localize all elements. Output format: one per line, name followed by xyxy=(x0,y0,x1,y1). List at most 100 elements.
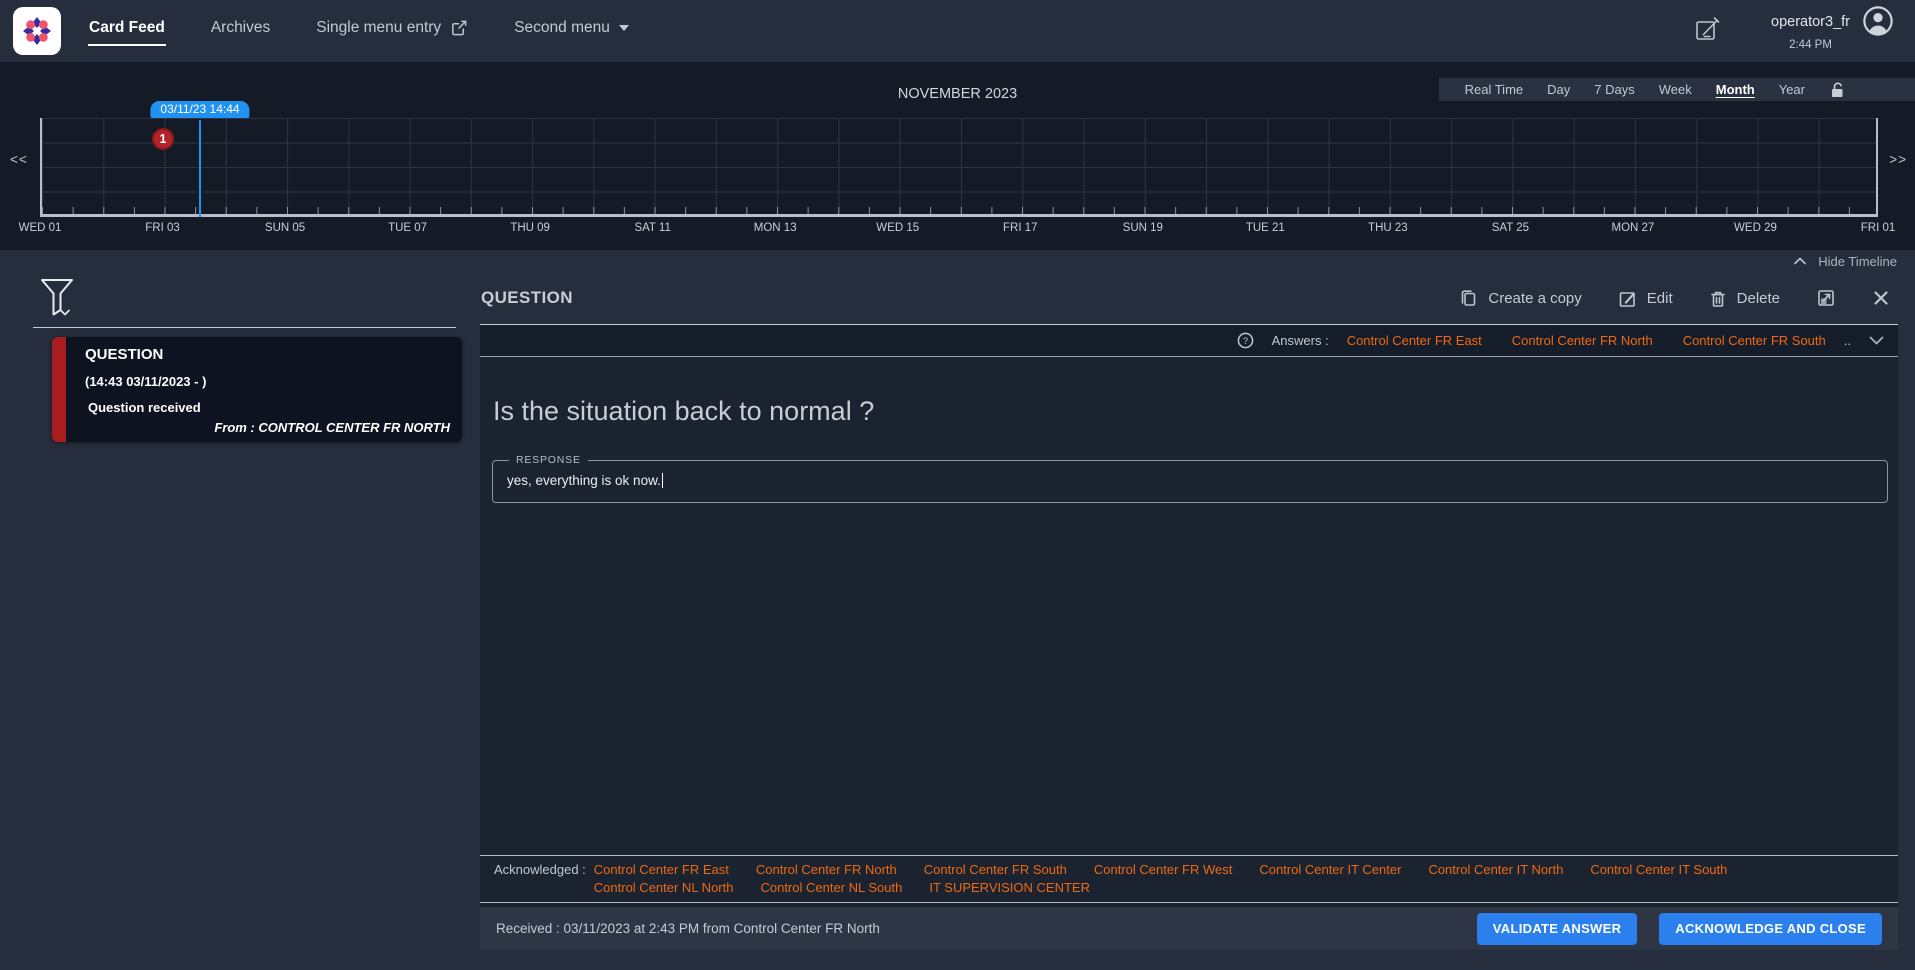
acknowledged-link[interactable]: IT SUPERVISION CENTER xyxy=(929,880,1090,895)
detail-footer: Received : 03/11/2023 at 2:43 PM from Co… xyxy=(480,907,1898,950)
edit-icon xyxy=(1618,289,1637,308)
nav-label: Card Feed xyxy=(89,19,165,37)
trash-icon xyxy=(1709,289,1727,308)
acknowledged-link[interactable]: Control Center FR South xyxy=(924,862,1067,877)
detail-header: QUESTION Create a copy Edit xyxy=(480,272,1898,325)
acknowledged-link[interactable]: Control Center FR West xyxy=(1094,862,1232,877)
card-feed-sidebar: QUESTION (14:43 03/11/2023 - ) Question … xyxy=(0,272,470,970)
hide-timeline-row: Hide Timeline xyxy=(0,250,1915,272)
timeline-plot xyxy=(40,118,1878,217)
edit-label: Edit xyxy=(1647,290,1673,307)
nav-second-menu[interactable]: Second menu xyxy=(513,17,630,46)
range-option[interactable]: Day xyxy=(1547,82,1570,97)
delete-button[interactable]: Delete xyxy=(1709,289,1780,308)
acknowledged-link[interactable]: Control Center IT North xyxy=(1428,862,1563,877)
external-link-icon xyxy=(450,19,468,37)
user-menu[interactable]: operator3_fr 2:44 PM xyxy=(1771,6,1893,51)
received-info: Received : 03/11/2023 at 2:43 PM from Co… xyxy=(496,921,1455,936)
hide-timeline-button[interactable]: Hide Timeline xyxy=(1818,254,1897,269)
axis-label: TUE 07 xyxy=(388,222,427,234)
answer-link[interactable]: Control Center FR North xyxy=(1512,333,1653,348)
acknowledged-link[interactable]: Control Center FR North xyxy=(756,862,897,877)
axis-label: FRI 01 xyxy=(1861,222,1896,234)
timeline-ticks xyxy=(42,207,1876,214)
axis-label: MON 27 xyxy=(1612,222,1655,234)
range-option[interactable]: 7 Days xyxy=(1594,82,1634,97)
acknowledged-link[interactable]: Control Center IT South xyxy=(1590,862,1727,877)
acknowledged-link[interactable]: Control Center NL North xyxy=(594,880,734,895)
nav-card-feed[interactable]: Card Feed xyxy=(88,17,166,46)
sidebar-divider xyxy=(33,327,456,328)
response-field-label: RESPONSE xyxy=(509,454,588,466)
range-option[interactable]: Year xyxy=(1779,82,1805,97)
main-nav: Card Feed Archives Single menu entry Sec… xyxy=(88,0,630,62)
acknowledged-link[interactable]: Control Center NL South xyxy=(760,880,902,895)
timeline-section: NOVEMBER 2023 Real TimeDay7 DaysWeekMont… xyxy=(0,62,1915,250)
answers-more[interactable]: .. xyxy=(1844,333,1851,348)
clock: 2:44 PM xyxy=(1771,39,1850,51)
axis-label: TUE 21 xyxy=(1246,222,1285,234)
acknowledged-box: Acknowledged : Control Center FR EastCon… xyxy=(480,855,1898,903)
compose-button[interactable] xyxy=(1694,15,1721,42)
help-circle-icon: ? xyxy=(1237,332,1254,349)
filter-button[interactable] xyxy=(38,277,76,319)
axis-label: THU 09 xyxy=(510,222,550,234)
compose-icon xyxy=(1694,15,1721,42)
acknowledged-links: Control Center FR East Control Center FR … xyxy=(594,862,1884,895)
close-button[interactable] xyxy=(1872,289,1890,307)
axis-label: WED 01 xyxy=(19,222,62,234)
nav-single-menu-entry[interactable]: Single menu entry xyxy=(315,17,469,46)
timeline-axis-labels: WED 01FRI 03SUN 05TUE 07THU 09SAT 11MON … xyxy=(40,222,1878,238)
card-body: QUESTION (14:43 03/11/2023 - ) Question … xyxy=(66,337,462,442)
nav-label: Archives xyxy=(211,19,270,37)
card-title: QUESTION xyxy=(85,346,450,363)
chevron-down-icon xyxy=(619,25,629,31)
edit-button[interactable]: Edit xyxy=(1618,289,1673,308)
create-copy-button[interactable]: Create a copy xyxy=(1459,289,1581,308)
axis-label: SUN 05 xyxy=(265,222,305,234)
axis-label: FRI 03 xyxy=(145,222,180,234)
card-time-range: (14:43 03/11/2023 - ) xyxy=(85,374,450,389)
card-status: Question received xyxy=(88,400,450,415)
nav-label: Single menu entry xyxy=(316,19,441,37)
axis-label: FRI 17 xyxy=(1003,222,1038,234)
range-option[interactable]: Month xyxy=(1716,82,1755,97)
detail-title: QUESTION xyxy=(481,288,1459,308)
acknowledged-link[interactable]: Control Center IT Center xyxy=(1259,862,1401,877)
answer-link[interactable]: Control Center FR South xyxy=(1683,333,1826,348)
validate-answer-button[interactable]: VALIDATE ANSWER xyxy=(1477,913,1637,945)
svg-text:?: ? xyxy=(1242,336,1247,347)
acknowledge-close-button[interactable]: ACKNOWLEDGE AND CLOSE xyxy=(1659,913,1882,945)
range-option[interactable]: Week xyxy=(1659,82,1692,97)
answers-bar: ? Answers : Control Center FR East Contro… xyxy=(480,325,1898,357)
close-icon xyxy=(1872,289,1890,307)
timeline-next-button[interactable]: >> xyxy=(1889,152,1907,167)
feed-card-question[interactable]: QUESTION (14:43 03/11/2023 - ) Question … xyxy=(52,337,462,442)
detail-panel: QUESTION Create a copy Edit xyxy=(480,272,1898,970)
answer-link[interactable]: Control Center FR East xyxy=(1347,333,1482,348)
response-input[interactable]: RESPONSE yes, everything is ok now. xyxy=(492,460,1888,503)
answers-label: Answers : xyxy=(1272,333,1329,348)
acknowledged-link[interactable]: Control Center FR East xyxy=(594,862,729,877)
chevron-up-icon xyxy=(1794,257,1806,265)
detail-actions: Create a copy Edit Delete xyxy=(1459,288,1890,308)
range-option[interactable]: Real Time xyxy=(1465,82,1524,97)
nav-archives[interactable]: Archives xyxy=(210,17,271,46)
range-list: Real Time Day 7 Days Week Month Year xyxy=(1465,82,1805,97)
axis-label: WED 29 xyxy=(1734,222,1777,234)
axis-label: WED 15 xyxy=(876,222,919,234)
unlock-icon[interactable] xyxy=(1829,81,1845,98)
expand-button[interactable] xyxy=(1816,288,1836,308)
timeline-prev-button[interactable]: << xyxy=(10,152,28,167)
answers-chevron-down-icon[interactable] xyxy=(1869,336,1884,345)
axis-label: MON 13 xyxy=(754,222,797,234)
axis-label: SAT 25 xyxy=(1492,222,1529,234)
filter-funnel-icon xyxy=(38,277,76,319)
username: operator3_fr xyxy=(1771,14,1850,30)
top-right-area: operator3_fr 2:44 PM xyxy=(1694,6,1893,51)
event-count-badge[interactable]: 1 xyxy=(152,128,174,150)
acknowledged-label: Acknowledged : xyxy=(494,862,586,895)
timeline-marker-label: 03/11/23 14:44 xyxy=(150,101,249,118)
expand-icon xyxy=(1816,288,1836,308)
card-severity-strip xyxy=(52,337,66,442)
